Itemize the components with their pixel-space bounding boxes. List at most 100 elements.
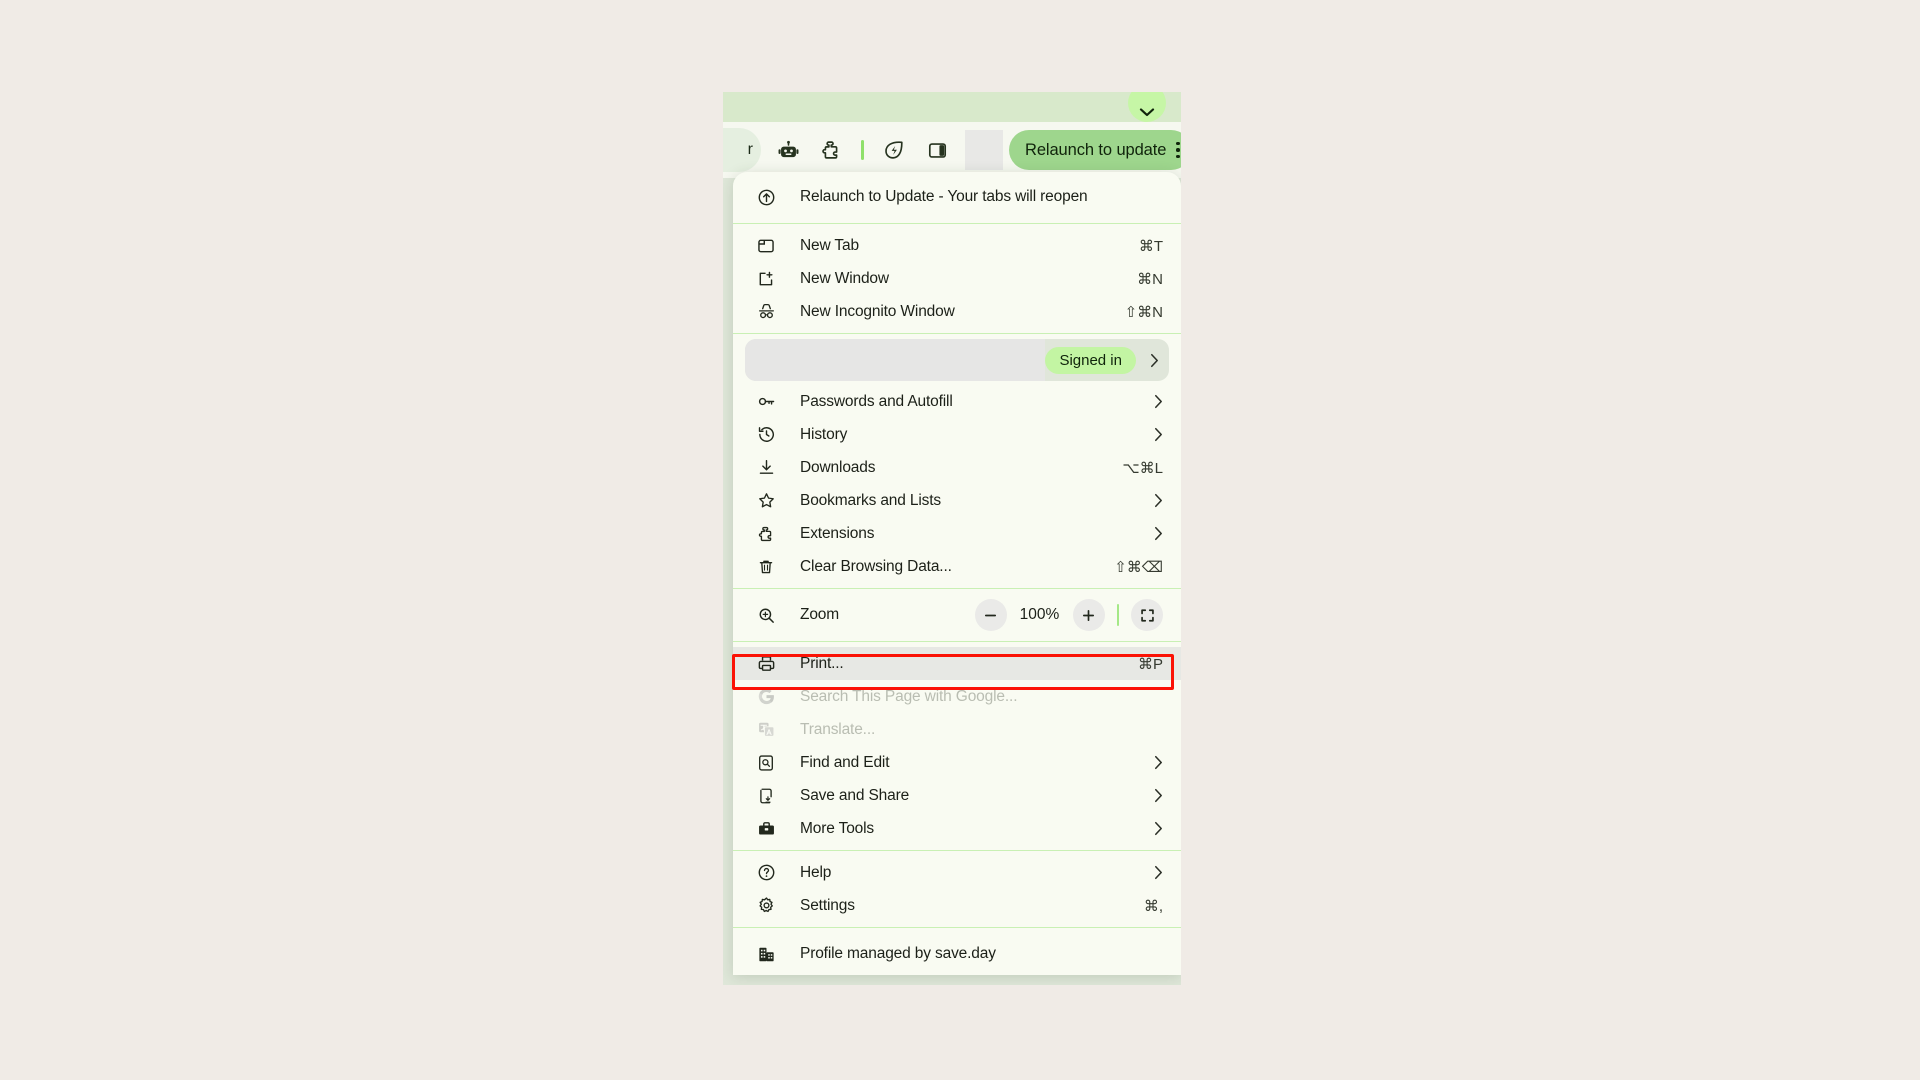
toolbox-icon — [755, 819, 777, 838]
menu-item-profile[interactable]: Signed in — [745, 339, 1169, 381]
chrome-app-menu: Relaunch to Update - Your tabs will reop… — [733, 172, 1181, 975]
chevron-right-icon — [1154, 755, 1163, 770]
menu-separator — [733, 588, 1181, 589]
profile-name-redacted — [745, 339, 1045, 381]
menu-item-label: Help — [800, 863, 832, 881]
history-icon — [755, 425, 777, 444]
chevron-right-icon — [1154, 821, 1163, 836]
fullscreen-icon[interactable] — [1131, 599, 1163, 631]
performance-leaf-icon[interactable] — [877, 133, 911, 167]
menu-item-translate: Translate... — [733, 713, 1181, 746]
google-g-icon — [755, 687, 777, 706]
menu-item-label: Bookmarks and Lists — [800, 491, 942, 509]
new-window-icon — [755, 270, 777, 288]
chevron-right-icon — [1150, 353, 1159, 368]
menu-separator — [733, 850, 1181, 851]
zoom-controls: 100% — [974, 599, 1163, 631]
zoom-out-button[interactable] — [974, 599, 1007, 631]
menu-item-search-this-page-with-google: Search This Page with Google... — [733, 680, 1181, 713]
relaunch-to-update-button[interactable]: Relaunch to update — [1009, 130, 1181, 170]
omnibox-partial-pill[interactable]: r — [723, 128, 761, 172]
update-circle-arrow-icon — [755, 188, 777, 207]
menu-item-new-tab[interactable]: New Tab ⌘T — [733, 229, 1181, 262]
menu-item-profile-managed[interactable]: Profile managed by save.day — [733, 933, 1181, 975]
menu-item-label: Save and Share — [800, 786, 910, 804]
new-tab-icon — [755, 237, 777, 255]
menu-item-extensions[interactable]: Extensions — [733, 517, 1181, 550]
chevron-right-icon — [1154, 788, 1163, 803]
trash-icon — [755, 558, 777, 576]
menu-item-accelerator: ⌘, — [1143, 897, 1163, 915]
menu-item-settings[interactable]: Settings ⌘, — [733, 889, 1181, 922]
browser-toolbar: r Relaunch to update — [723, 122, 1181, 178]
menu-item-accelerator: ⇧⌘N — [1124, 303, 1163, 321]
menu-item-passwords-and-autofill[interactable]: Passwords and Autofill — [733, 385, 1181, 418]
toolbar-divider — [861, 140, 864, 160]
zoom-level-value: 100% — [1019, 606, 1060, 623]
menu-item-accelerator: ⌘T — [1138, 237, 1163, 255]
menu-item-label: Search This Page with Google... — [800, 687, 1018, 705]
printer-icon — [755, 654, 777, 673]
menu-item-label: Downloads — [800, 458, 876, 476]
menu-item-label: Zoom — [800, 606, 840, 623]
extensions-puzzle-icon[interactable] — [814, 133, 848, 167]
chevron-down-icon[interactable] — [1128, 92, 1166, 122]
translate-icon — [755, 720, 777, 739]
browser-window: C r — [723, 92, 1181, 985]
three-dots-vertical-icon[interactable] — [1176, 141, 1180, 159]
help-circle-icon — [755, 863, 777, 882]
robot-ai-icon[interactable] — [771, 133, 805, 167]
menu-item-history[interactable]: History — [733, 418, 1181, 451]
menu-item-label: More Tools — [800, 819, 875, 837]
chevron-right-icon — [1154, 493, 1163, 508]
menu-item-label: Profile managed by save.day — [800, 945, 996, 962]
signed-in-badge: Signed in — [1045, 346, 1136, 374]
menu-separator — [733, 927, 1181, 928]
menu-separator — [733, 223, 1181, 224]
tab-strip — [723, 92, 1181, 122]
save-share-icon — [755, 787, 777, 805]
chevron-right-icon — [1154, 526, 1163, 541]
menu-separator — [733, 333, 1181, 334]
menu-item-bookmarks-and-lists[interactable]: Bookmarks and Lists — [733, 484, 1181, 517]
menu-item-more-tools[interactable]: More Tools — [733, 812, 1181, 845]
menu-item-label: Passwords and Autofill — [800, 392, 953, 410]
puzzle-icon — [755, 525, 777, 543]
zoom-divider — [1116, 604, 1119, 626]
gear-icon — [755, 896, 777, 915]
menu-item-find-and-edit[interactable]: Find and Edit — [733, 746, 1181, 779]
menu-item-label: Find and Edit — [800, 753, 890, 771]
enterprise-building-icon — [755, 945, 777, 964]
find-edit-icon — [755, 754, 777, 772]
menu-item-label: History — [800, 425, 848, 443]
menu-item-label: New Incognito Window — [800, 302, 955, 320]
menu-item-label: New Tab — [800, 236, 859, 254]
key-icon — [755, 392, 777, 411]
menu-item-new-window[interactable]: New Window ⌘N — [733, 262, 1181, 295]
zoom-in-button[interactable] — [1072, 599, 1105, 631]
menu-item-accelerator: ⌥⌘L — [1122, 459, 1163, 477]
menu-item-help[interactable]: Help — [733, 856, 1181, 889]
menu-item-label: Print... — [800, 654, 844, 672]
side-panel-icon[interactable] — [920, 133, 954, 167]
chevron-right-icon — [1154, 394, 1163, 409]
menu-item-zoom: Zoom 100% — [733, 594, 1181, 636]
star-icon — [755, 491, 777, 510]
toolbar-blank-field — [965, 130, 1003, 170]
menu-separator — [733, 641, 1181, 642]
menu-item-relaunch-to-update[interactable]: Relaunch to Update - Your tabs will reop… — [733, 176, 1181, 218]
chevron-right-icon — [1154, 865, 1163, 880]
menu-item-accelerator: ⌘N — [1137, 270, 1163, 288]
menu-item-print[interactable]: Print... ⌘P — [733, 647, 1181, 680]
menu-item-label: Clear Browsing Data... — [800, 557, 952, 575]
menu-item-label: Relaunch to Update - Your tabs will reop… — [800, 188, 1088, 205]
menu-item-label: Settings — [800, 896, 855, 914]
incognito-icon — [755, 302, 777, 321]
menu-item-save-and-share[interactable]: Save and Share — [733, 779, 1181, 812]
relaunch-to-update-label: Relaunch to update — [1025, 140, 1167, 159]
menu-item-downloads[interactable]: Downloads ⌥⌘L — [733, 451, 1181, 484]
menu-item-clear-browsing-data[interactable]: Clear Browsing Data... ⇧⌘⌫ — [733, 550, 1181, 583]
menu-item-label: Translate... — [800, 720, 876, 738]
zoom-magnifier-icon — [755, 606, 777, 625]
menu-item-new-incognito-window[interactable]: New Incognito Window ⇧⌘N — [733, 295, 1181, 328]
